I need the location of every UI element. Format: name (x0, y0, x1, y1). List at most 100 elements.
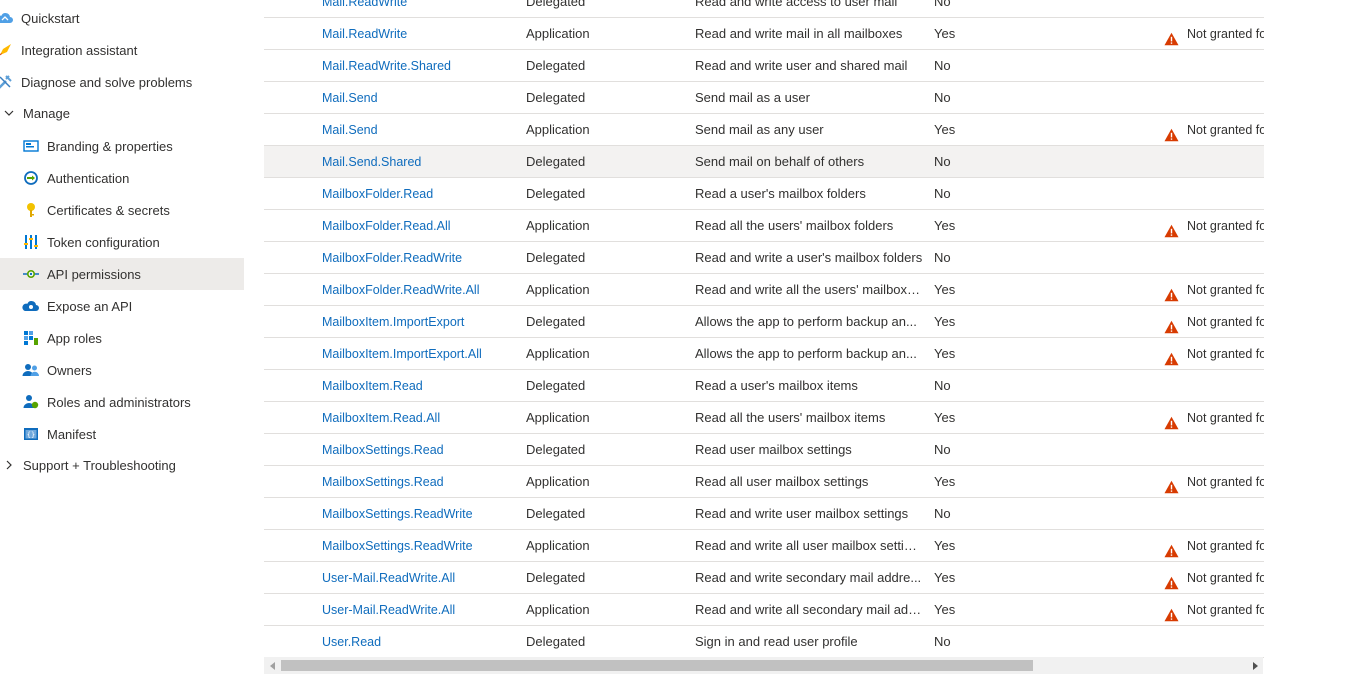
permission-name-link[interactable]: MailboxSettings.ReadWrite (322, 530, 512, 561)
permission-type: Application (526, 602, 590, 617)
permission-name-link[interactable]: MailboxFolder.Read.All (322, 210, 512, 241)
table-row[interactable]: MailboxFolder.Read.All Application Read al… (264, 210, 1264, 242)
permission-name-link[interactable]: Mail.Send.Shared (322, 146, 512, 177)
nav-certificates[interactable]: Certificates & secrets (0, 194, 244, 226)
permission-type: Application (526, 218, 590, 233)
nav-api-permissions[interactable]: API permissions (0, 258, 244, 290)
nav-branding[interactable]: Branding & properties (0, 130, 244, 162)
permission-type: Delegated (526, 314, 586, 329)
table-row[interactable]: Mail.Send Delegated Send mail as a user No (264, 82, 1264, 114)
nav-quickstart[interactable]: Quickstart (0, 2, 244, 34)
nav-label: App roles (47, 330, 102, 346)
permission-name-link[interactable]: MailboxFolder.Read (322, 178, 512, 209)
nav-label: Integration assistant (21, 42, 138, 58)
table-row[interactable]: MailboxFolder.ReadWrite.All Application Re… (264, 274, 1264, 306)
permission-description: Read and write user mailbox settings (695, 506, 909, 521)
svg-text:{}: {} (27, 431, 35, 439)
permission-name-link[interactable]: MailboxFolder.ReadWrite.All (322, 274, 512, 305)
nav-label: Owners (47, 362, 92, 378)
scroll-left-arrow-icon[interactable] (264, 657, 281, 674)
api-permissions-icon (22, 265, 40, 283)
table-row[interactable]: MailboxSettings.Read Delegated Read user m… (264, 434, 1264, 466)
status-cell: Not granted fo (1164, 466, 1264, 497)
key-icon (22, 201, 40, 219)
nav-manifest[interactable]: {} Manifest (0, 418, 244, 450)
permission-name-link[interactable]: Mail.ReadWrite.Shared (322, 50, 512, 81)
owners-icon (22, 361, 40, 379)
table-row[interactable]: User.Read Delegated Sign in and read user … (264, 626, 1264, 658)
table-row[interactable]: Mail.ReadWrite Application Read and write … (264, 18, 1264, 50)
permission-name-link[interactable]: MailboxFolder.ReadWrite (322, 242, 512, 273)
permission-name-link[interactable]: MailboxSettings.ReadWrite (322, 498, 512, 529)
permission-name-link[interactable]: Mail.Send (322, 114, 512, 145)
admin-consent-required: No (934, 250, 951, 265)
permission-name-link[interactable]: Mail.ReadWrite (322, 18, 512, 49)
permission-description: Read all user mailbox settings (695, 474, 869, 489)
permission-name-link[interactable]: MailboxItem.Read.All (322, 402, 512, 433)
table-row[interactable]: MailboxSettings.ReadWrite Application Read… (264, 530, 1264, 562)
table-row[interactable]: Mail.ReadWrite.Shared Delegated Read and w… (264, 50, 1264, 82)
nav-owners[interactable]: Owners (0, 354, 244, 386)
permission-name-link[interactable]: MailboxSettings.Read (322, 434, 512, 465)
nav-app-roles[interactable]: App roles (0, 322, 244, 354)
table-row[interactable]: MailboxSettings.Read Application Read all … (264, 466, 1264, 498)
table-row[interactable]: MailboxFolder.Read Delegated Read a user's… (264, 178, 1264, 210)
permission-name-link[interactable]: MailboxSettings.Read (322, 466, 512, 497)
nav-expose-api[interactable]: Expose an API (0, 290, 244, 322)
admin-consent-required: No (934, 442, 951, 457)
permission-type: Delegated (526, 506, 586, 521)
status-cell: Not granted fo (1164, 114, 1264, 145)
permission-name-link[interactable]: MailboxItem.ImportExport (322, 306, 512, 337)
nav-roles-admins[interactable]: Roles and administrators (0, 386, 244, 418)
permission-type: Application (526, 26, 590, 41)
table-row[interactable]: MailboxItem.ImportExport.All Application A… (264, 338, 1264, 370)
admin-consent-required: No (934, 154, 951, 169)
permission-name-link[interactable]: User-Mail.ReadWrite.All (322, 562, 512, 593)
nav-manage-group[interactable]: Manage (0, 97, 244, 129)
table-row[interactable]: Mail.Send.Shared Delegated Send mail on be… (264, 146, 1264, 178)
table-row[interactable]: User-Mail.ReadWrite.All Application Read a… (264, 594, 1264, 626)
nav-integration-assistant[interactable]: Integration assistant (0, 34, 244, 66)
status-text: Not granted fo (1187, 282, 1264, 297)
chevron-down-icon (2, 106, 16, 120)
nav-support-group[interactable]: Support + Troubleshooting (0, 449, 244, 481)
admin-consent-required: Yes (934, 570, 956, 585)
table-row[interactable]: MailboxItem.Read.All Application Read all … (264, 402, 1264, 434)
permission-name-link[interactable]: User-Mail.ReadWrite.All (322, 594, 512, 625)
table-row[interactable]: MailboxSettings.ReadWrite Delegated Read a… (264, 498, 1264, 530)
table-row[interactable]: Mail.ReadWrite Delegated Read and write ac… (264, 0, 1264, 18)
warning-icon (1164, 474, 1180, 493)
nav-token-config[interactable]: Token configuration (0, 226, 244, 258)
status-text: Not granted fo (1187, 314, 1264, 329)
admin-consent-required: Yes (934, 602, 956, 617)
status-text: Not granted fo (1187, 218, 1264, 233)
nav-label: Diagnose and solve problems (21, 74, 193, 90)
admin-consent-required: Yes (934, 474, 956, 489)
permission-name-link[interactable]: Mail.Send (322, 82, 512, 113)
warning-icon (1164, 346, 1180, 365)
permission-description: Read a user's mailbox items (695, 378, 858, 393)
permission-description: Allows the app to perform backup an... (695, 346, 917, 361)
token-config-icon (22, 233, 40, 251)
horizontal-scrollbar[interactable] (264, 657, 1263, 674)
status-text: Not granted fo (1187, 346, 1264, 361)
nav-authentication[interactable]: Authentication (0, 162, 244, 194)
table-row[interactable]: Mail.Send Application Send mail as any use… (264, 114, 1264, 146)
scroll-right-arrow-icon[interactable] (1246, 657, 1263, 674)
permission-name-link[interactable]: MailboxItem.ImportExport.All (322, 338, 512, 369)
table-row[interactable]: MailboxItem.ImportExport Delegated Allows … (264, 306, 1264, 338)
permission-name-link[interactable]: Mail.ReadWrite (322, 0, 512, 17)
table-row[interactable]: User-Mail.ReadWrite.All Delegated Read and… (264, 562, 1264, 594)
scrollbar-thumb[interactable] (281, 660, 1033, 671)
permission-type: Delegated (526, 58, 586, 73)
cloud-icon (0, 9, 14, 27)
table-row[interactable]: MailboxFolder.ReadWrite Delegated Read and… (264, 242, 1264, 274)
nav-diagnose[interactable]: Diagnose and solve problems (0, 66, 244, 98)
permission-description: Read and write all user mailbox settings (695, 538, 923, 553)
permission-name-link[interactable]: MailboxItem.Read (322, 370, 512, 401)
table-row[interactable]: MailboxItem.Read Delegated Read a user's m… (264, 370, 1264, 402)
warning-icon (1164, 26, 1180, 45)
permission-name-link[interactable]: User.Read (322, 626, 512, 657)
permission-description: Send mail on behalf of others (695, 154, 865, 169)
nav-label: API permissions (47, 266, 141, 282)
